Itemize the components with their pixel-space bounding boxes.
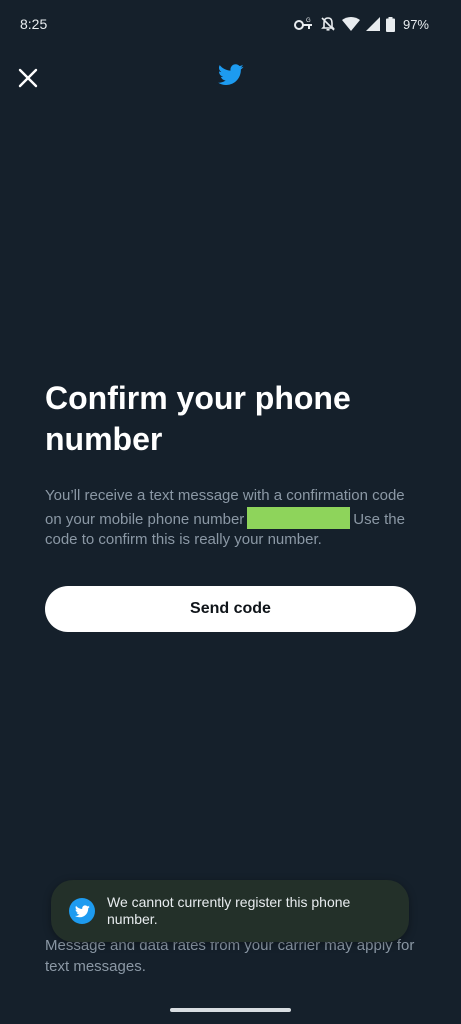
status-time: 8:25	[20, 16, 48, 32]
wifi-icon	[341, 17, 360, 31]
twitter-logo	[218, 64, 244, 91]
page-title: Confirm your phone number	[45, 380, 351, 457]
carrier-disclaimer: Message and data rates from your carrier…	[45, 937, 415, 975]
home-indicator[interactable]	[170, 1008, 291, 1012]
send-code-button[interactable]: Send code	[45, 586, 416, 632]
twitter-bird-icon	[74, 904, 90, 917]
error-toast: We cannot currently register this phone …	[51, 880, 409, 942]
battery-icon	[385, 16, 395, 32]
status-bar: 8:25 G 97%	[0, 0, 461, 50]
cell-signal-icon	[365, 17, 380, 31]
redacted-phone-number	[247, 506, 351, 529]
description-text: You’ll receive a text message with a con…	[45, 486, 420, 551]
toast-twitter-icon	[69, 898, 95, 924]
status-icons: G 97%	[293, 14, 429, 34]
vpn-key-icon: G	[293, 17, 314, 31]
toast-message: We cannot currently register this phone …	[107, 894, 351, 927]
description-before: You’ll receive a text message with a con…	[45, 487, 405, 528]
battery-percentage: 97%	[402, 16, 429, 32]
close-button[interactable]	[12, 62, 44, 94]
close-icon	[18, 68, 38, 88]
top-bar	[0, 58, 461, 98]
twitter-bird-icon	[218, 64, 244, 85]
svg-text:G: G	[306, 18, 311, 24]
notifications-off-icon	[320, 16, 336, 32]
